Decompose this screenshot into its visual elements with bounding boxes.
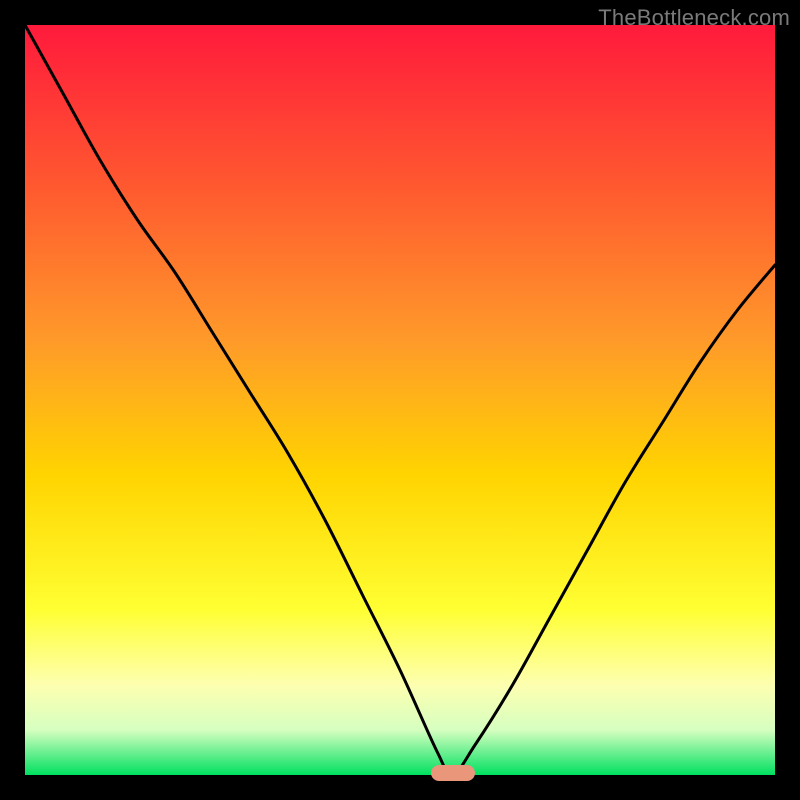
watermark-text: TheBottleneck.com (598, 5, 790, 31)
bottleneck-plot (25, 25, 775, 775)
optimum-marker (431, 765, 475, 781)
gradient-background (25, 25, 775, 775)
chart-frame (25, 25, 775, 775)
